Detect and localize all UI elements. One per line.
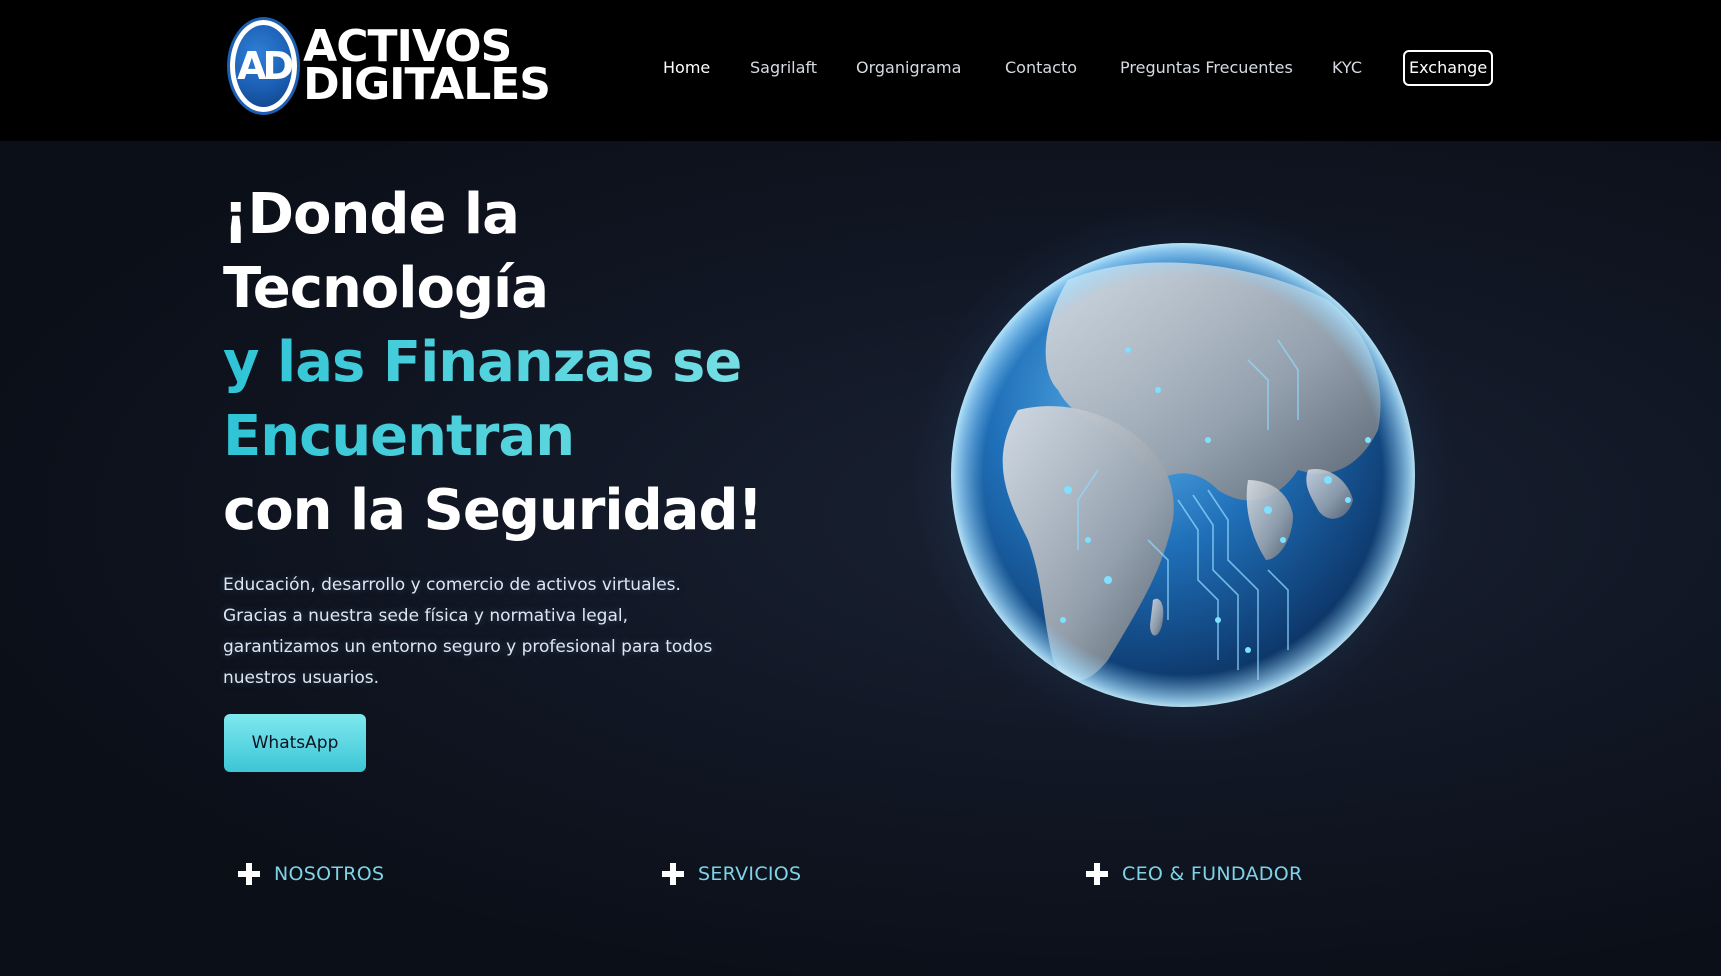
logo-badge-text: AD [237,44,294,88]
logo-wordmark: ACTIVOS DIGITALES [303,25,551,110]
plus-icon [238,863,260,885]
nav-preguntas-frecuentes[interactable]: Preguntas Frecuentes [1120,50,1293,86]
headline-line-3: y las Finanzas se [223,326,823,400]
headline-line-4: Encuentran [223,400,823,474]
nav-home[interactable]: Home [663,50,710,86]
site-logo[interactable]: AD ACTIVOS DIGITALES [230,20,551,112]
nav-sagrilaft[interactable]: Sagrilaft [750,50,817,86]
accordion-nosotros[interactable]: NOSOTROS [238,856,384,892]
plus-icon [662,863,684,885]
nav-kyc[interactable]: KYC [1332,50,1362,86]
nav-organigrama[interactable]: Organigrama [856,50,961,86]
exchange-button[interactable]: Exchange [1403,50,1494,86]
headline-line-2: Tecnología [223,256,549,321]
globe-icon [951,243,1415,707]
whatsapp-button[interactable]: WhatsApp [224,714,366,772]
accordion-label: NOSOTROS [274,863,385,885]
hero-description: Educación, desarrollo y comercio de acti… [223,575,713,688]
headline-line-5: con la Seguridad! [223,478,763,543]
accordion-ceo-fundador[interactable]: CEO & FUNDADOR [1086,856,1302,892]
logo-line-2: DIGITALES [303,59,551,110]
site-header: AD ACTIVOS DIGITALES Home Sagrilaft Orga… [0,0,1721,141]
plus-icon [1086,863,1108,885]
accordion-label: CEO & FUNDADOR [1122,863,1303,885]
accordion-servicios[interactable]: SERVICIOS [662,856,801,892]
circuit-globe-image [908,200,1458,750]
hero-headline: ¡Donde la Tecnología y las Finanzas se E… [223,178,823,548]
nav-contacto[interactable]: Contacto [1005,50,1077,86]
logo-badge: AD [230,20,298,112]
headline-line-1: ¡Donde la [223,182,520,247]
accordion-label: SERVICIOS [698,863,802,885]
